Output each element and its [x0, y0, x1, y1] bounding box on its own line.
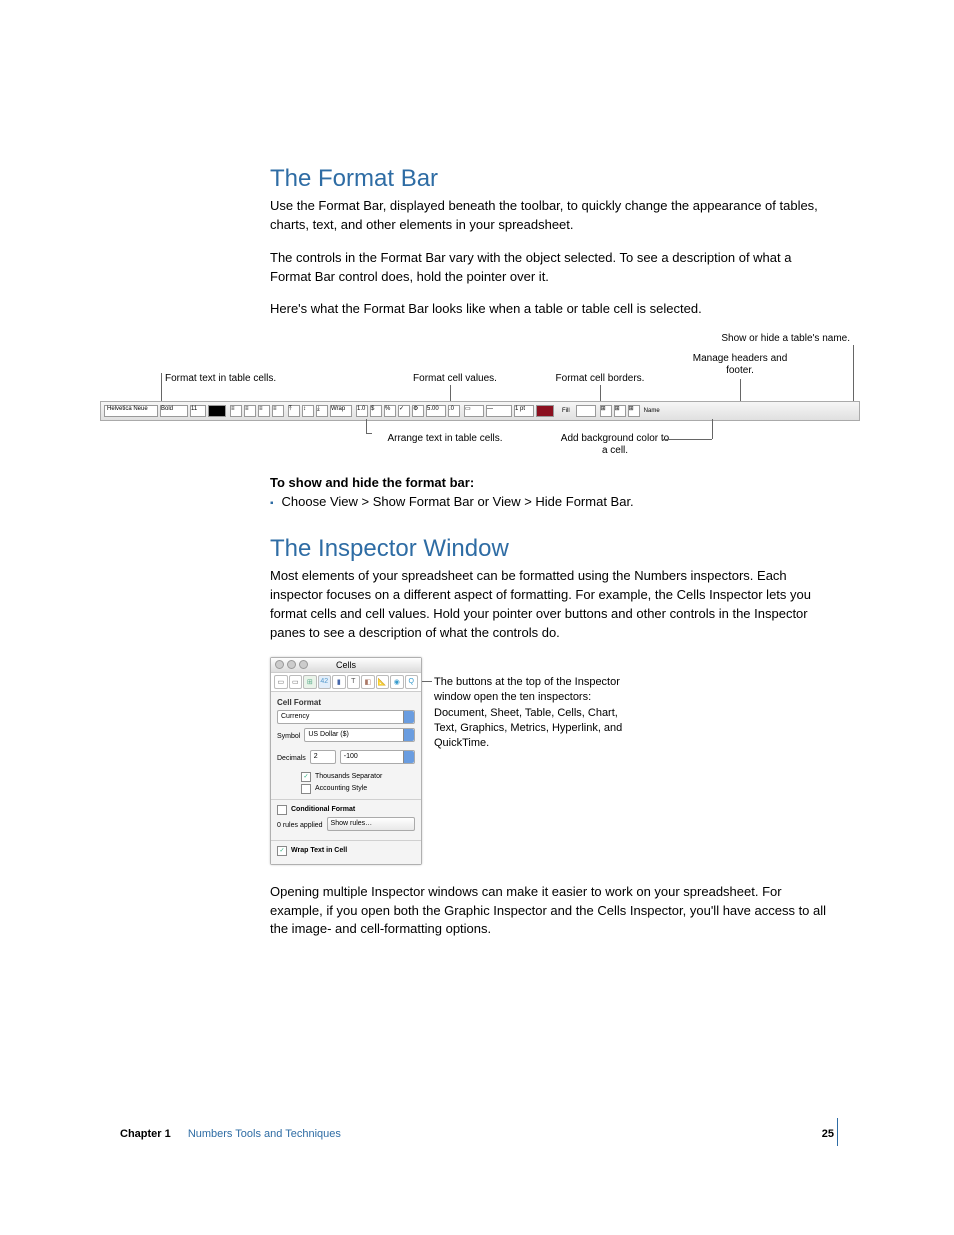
metrics-inspector-icon[interactable]: 📐: [376, 675, 390, 689]
callout-showhide-name: Show or hide a table's name.: [721, 333, 850, 344]
conditional-checkbox[interactable]: [277, 805, 287, 815]
header-col-icon[interactable]: ⊞: [614, 405, 626, 417]
valign-top-icon[interactable]: ⤒: [288, 405, 300, 417]
rules-applied-label: 0 rules applied: [277, 822, 323, 829]
format-currency-icon[interactable]: $: [370, 405, 382, 417]
conditional-label: Conditional Format: [291, 806, 355, 813]
valign-bottom-icon[interactable]: ⤓: [316, 405, 328, 417]
page-footer: Chapter 1 Numbers Tools and Techniques 2…: [120, 1128, 834, 1140]
decrease-decimals-icon[interactable]: .0: [448, 405, 460, 417]
thousands-checkbox[interactable]: ✓: [301, 772, 311, 782]
format-type-select[interactable]: Currency: [277, 710, 415, 724]
show-rules-button[interactable]: Show rules…: [327, 817, 415, 831]
wrap-text-label: Wrap Text in Cell: [291, 847, 347, 854]
wrap-checkbox[interactable]: Wrap: [330, 405, 352, 417]
body-text: Opening multiple Inspector windows can m…: [270, 883, 830, 940]
border-style-selector[interactable]: ▭: [464, 405, 484, 417]
align-right-icon[interactable]: ≡: [258, 405, 270, 417]
inspector-window: Cells ▭ ▭ ⊞ 42 ▮ T ◧ 📐 ◉ Q Cell Format C…: [270, 657, 422, 865]
cell-format-label: Cell Format: [277, 698, 415, 707]
fill-color-swatch[interactable]: [576, 405, 596, 417]
inspector-figure: Cells ▭ ▭ ⊞ 42 ▮ T ◧ 📐 ◉ Q Cell Format C…: [270, 657, 830, 865]
sample-value: 5.00: [426, 405, 446, 417]
name-label[interactable]: Name: [642, 408, 662, 415]
chapter-label: Chapter 1: [120, 1128, 171, 1140]
accounting-checkbox[interactable]: [301, 784, 311, 794]
callout-background-color: Add background color to a cell.: [561, 433, 669, 456]
quicktime-inspector-icon[interactable]: Q: [405, 675, 419, 689]
body-text: Here's what the Format Bar looks like wh…: [270, 300, 830, 319]
inspector-tab-icons: ▭ ▭ ⊞ 42 ▮ T ◧ 📐 ◉ Q: [271, 673, 421, 692]
symbol-select[interactable]: US Dollar ($): [304, 728, 415, 742]
instruction-subhead: To show and hide the format bar:: [270, 475, 830, 490]
document-inspector-icon[interactable]: ▭: [274, 675, 288, 689]
thousands-label: Thousands Separator: [315, 773, 382, 780]
font-selector[interactable]: Helvetica Neue: [104, 405, 158, 417]
section-heading-format-bar: The Format Bar: [270, 165, 830, 193]
header-row-icon[interactable]: ⊞: [600, 405, 612, 417]
inspector-title: Cells: [336, 660, 356, 670]
body-text: The controls in the Format Bar vary with…: [270, 249, 830, 287]
body-text: Use the Format Bar, displayed beneath th…: [270, 197, 830, 235]
decimals-field[interactable]: 2: [310, 750, 336, 764]
wrap-text-checkbox[interactable]: ✓: [277, 846, 287, 856]
callout-arrange-text: Arrange text in table cells.: [387, 433, 502, 444]
section-heading-inspector: The Inspector Window: [270, 535, 830, 563]
callout-format-text: Format text in table cells.: [165, 373, 276, 384]
hyperlink-inspector-icon[interactable]: ◉: [390, 675, 404, 689]
align-center-icon[interactable]: ≡: [244, 405, 256, 417]
callout-manage-headers: Manage headers and footer.: [693, 353, 788, 376]
cells-inspector-icon[interactable]: 42: [318, 675, 332, 689]
align-justify-icon[interactable]: ≡: [272, 405, 284, 417]
callout-format-values: Format cell values.: [413, 373, 497, 384]
accounting-label: Accounting Style: [315, 785, 367, 792]
sheet-inspector-icon[interactable]: ▭: [289, 675, 303, 689]
format-bar-figure: Show or hide a table's name. Manage head…: [100, 333, 860, 463]
body-text: Most elements of your spreadsheet can be…: [270, 567, 830, 642]
border-color-swatch[interactable]: [536, 405, 554, 417]
negative-format-select[interactable]: -100: [340, 750, 415, 764]
format-decimal-icon[interactable]: 1.0: [356, 405, 368, 417]
align-left-icon[interactable]: ≡: [230, 405, 242, 417]
page-number: 25: [822, 1128, 834, 1140]
size-selector[interactable]: 11: [190, 405, 206, 417]
border-weight[interactable]: 1 pt: [514, 405, 534, 417]
style-selector[interactable]: Bold: [160, 405, 188, 417]
text-inspector-icon[interactable]: T: [347, 675, 361, 689]
fill-label: Fill: [558, 408, 574, 415]
chapter-title: Numbers Tools and Techniques: [188, 1128, 341, 1140]
inspector-side-callout: The buttons at the top of the Inspector …: [434, 657, 634, 865]
footer-row-icon[interactable]: ⊞: [628, 405, 640, 417]
valign-middle-icon[interactable]: ↕: [302, 405, 314, 417]
format-checkbox-icon[interactable]: ✓: [398, 405, 410, 417]
separator: [271, 840, 421, 841]
bullet-icon: ▪: [270, 497, 274, 511]
separator: [271, 799, 421, 800]
format-gear-icon[interactable]: ⚙: [412, 405, 424, 417]
border-sample[interactable]: —: [486, 405, 512, 417]
text-color-swatch[interactable]: [208, 405, 226, 417]
format-percent-icon[interactable]: %: [384, 405, 396, 417]
symbol-label: Symbol: [277, 733, 300, 740]
footer-divider: [837, 1118, 838, 1146]
decimals-label: Decimals: [277, 755, 306, 762]
table-inspector-icon[interactable]: ⊞: [303, 675, 317, 689]
instruction-bullet: Choose View > Show Format Bar or View > …: [282, 493, 634, 511]
graphics-inspector-icon[interactable]: ◧: [361, 675, 375, 689]
format-bar-strip: Helvetica Neue Bold 11 ≡ ≡ ≡ ≡ ⤒ ↕ ⤓ Wra…: [100, 401, 860, 421]
callout-format-borders: Format cell borders.: [556, 373, 645, 384]
chart-inspector-icon[interactable]: ▮: [332, 675, 346, 689]
window-traffic-lights[interactable]: [275, 660, 308, 669]
